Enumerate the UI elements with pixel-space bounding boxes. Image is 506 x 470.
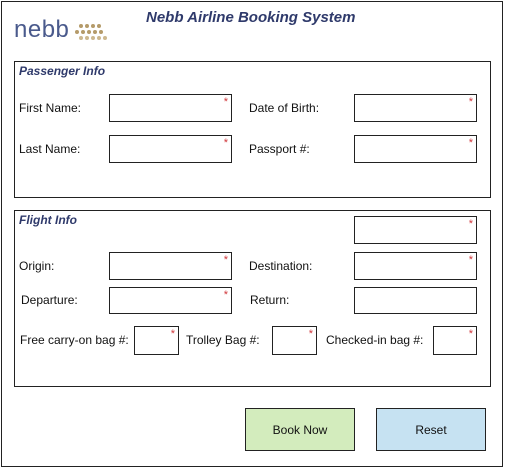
required-marker: * — [223, 137, 228, 149]
book-now-button[interactable]: Book Now — [245, 408, 355, 451]
required-marker: * — [468, 96, 473, 108]
destination-label: Destination: — [249, 259, 313, 273]
date-of-birth-label: Date of Birth: — [249, 101, 320, 115]
origin-label: Origin: — [19, 259, 55, 273]
return-field[interactable] — [354, 287, 477, 314]
destination-field[interactable]: * — [354, 252, 477, 280]
checked-in-bag-field[interactable]: * — [433, 326, 477, 355]
required-marker: * — [468, 137, 473, 149]
reset-button[interactable]: Reset — [376, 408, 486, 451]
origin-field[interactable]: * — [109, 252, 232, 280]
date-of-birth-field[interactable]: * — [354, 94, 477, 122]
logo-text: nebb — [14, 16, 70, 43]
last-name-label: Last Name: — [19, 142, 81, 156]
checked-in-bag-label: Checked-in bag #: — [326, 333, 424, 347]
return-label: Return: — [250, 293, 290, 307]
trolley-bag-label: Trolley Bag #: — [186, 333, 260, 347]
nebb-logo: nebb — [14, 16, 108, 44]
carry-on-bag-label: Free carry-on bag #: — [20, 333, 129, 347]
required-marker: * — [223, 289, 228, 301]
passenger-info-title: Passenger Info — [19, 64, 106, 78]
logo-dots-icon — [71, 18, 108, 42]
last-name-field[interactable]: * — [109, 135, 232, 163]
carry-on-bag-field[interactable]: * — [134, 326, 179, 355]
passport-label: Passport #: — [249, 142, 310, 156]
departure-label: Departure: — [21, 293, 78, 307]
flight-extra-field[interactable]: * — [354, 216, 477, 244]
departure-field[interactable]: * — [109, 287, 232, 314]
required-marker: * — [308, 328, 313, 340]
trolley-bag-field[interactable]: * — [272, 326, 317, 355]
first-name-label: First Name: — [19, 101, 82, 115]
required-marker: * — [223, 96, 228, 108]
required-marker: * — [223, 254, 228, 266]
passport-field[interactable]: * — [354, 135, 477, 163]
required-marker: * — [170, 328, 175, 340]
required-marker: * — [468, 328, 473, 340]
first-name-field[interactable]: * — [109, 94, 232, 122]
page-title: Nebb Airline Booking System — [146, 9, 356, 26]
required-marker: * — [468, 218, 473, 230]
flight-info-title: Flight Info — [19, 213, 77, 227]
required-marker: * — [468, 254, 473, 266]
passenger-info-section: Passenger Info — [14, 61, 491, 198]
